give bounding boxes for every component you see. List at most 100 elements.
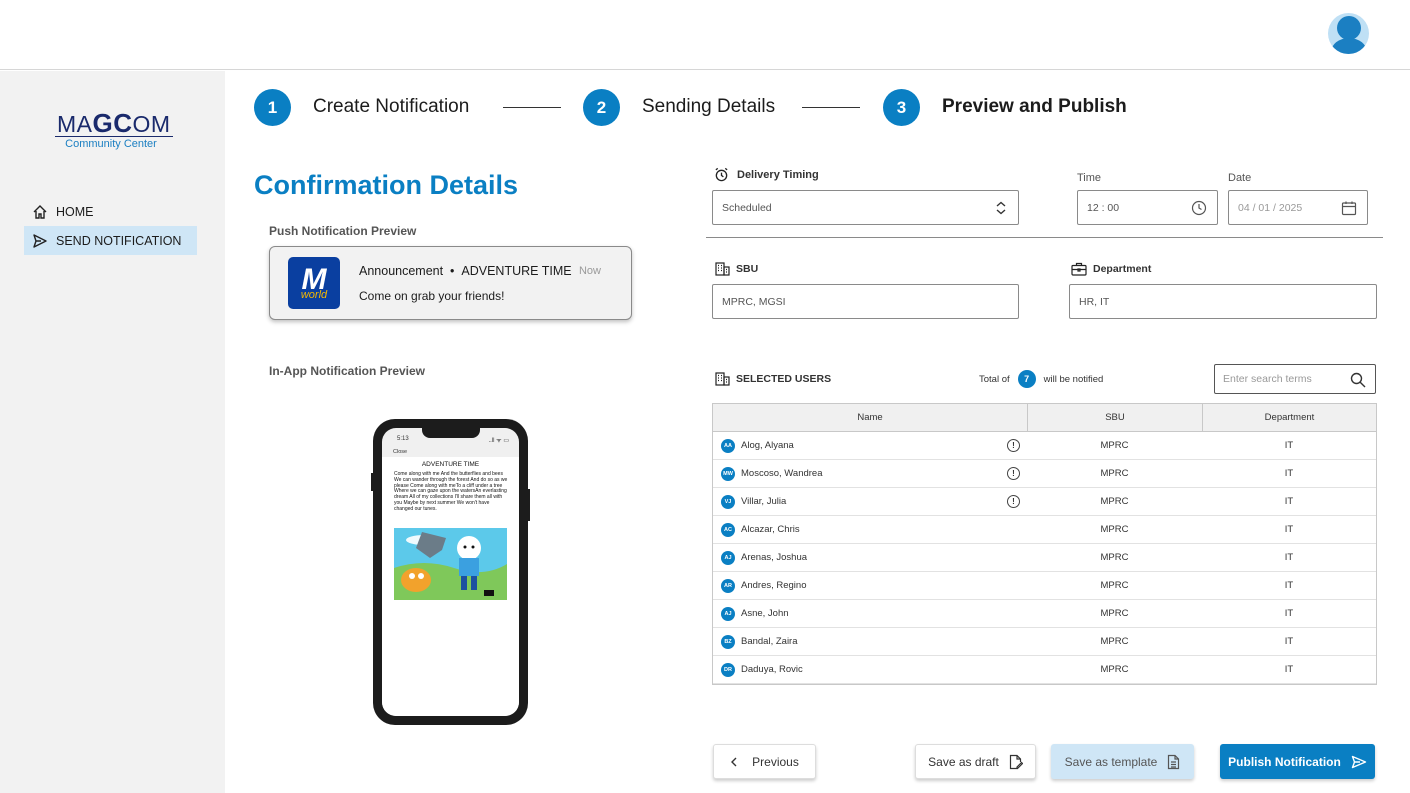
step-divider [503, 107, 561, 108]
building-icon [715, 372, 730, 386]
logo-brand: MAGCOM [55, 108, 173, 138]
table-row[interactable]: AC Alcazar, Chris MPRC IT [713, 516, 1376, 544]
user-name: Asne, John [741, 608, 789, 619]
table-row[interactable]: VJ Villar, Julia! MPRC IT [713, 488, 1376, 516]
user-name: Moscoso, Wandrea [741, 468, 823, 479]
step-1-label: Create Notification [313, 96, 470, 117]
save-draft-button[interactable]: Save as draft [915, 744, 1036, 779]
department-label: Department [1071, 262, 1151, 276]
step-2-label: Sending Details [642, 96, 776, 117]
inapp-title: ADVENTURE TIME [421, 461, 480, 468]
info-icon[interactable]: ! [1007, 495, 1020, 508]
search-icon[interactable] [1350, 372, 1366, 388]
send-icon [1351, 755, 1367, 769]
user-initials-avatar: AJ [721, 551, 735, 565]
phone-status-icons: ..ll ᯤ ▭ [488, 438, 509, 444]
user-avatar-icon[interactable] [1328, 13, 1369, 54]
column-header-department[interactable]: Department [1202, 404, 1376, 431]
table-row[interactable]: AR Andres, Regino MPRC IT [713, 572, 1376, 600]
table-row[interactable]: BZ Bandal, Zaira MPRC IT [713, 628, 1376, 656]
save-template-button[interactable]: Save as template [1051, 744, 1194, 779]
phone-mockup: 5:13 ..ll ᯤ ▭ Close ADVENTURE TIME Come … [371, 419, 530, 725]
step-3-label: Preview and Publish [942, 96, 1127, 117]
push-body: Come on grab your friends! [359, 289, 505, 303]
table-row[interactable]: AJ Asne, John MPRC IT [713, 600, 1376, 628]
user-sbu: MPRC [1100, 552, 1129, 563]
user-name: Andres, Regino [741, 580, 807, 591]
push-timestamp: Now [578, 265, 601, 277]
sbu-label: SBU [715, 262, 758, 276]
sidebar: MAGCOM Community Center HOME SEND NOTIFI… [0, 71, 225, 793]
send-icon [32, 233, 48, 249]
sidebar-item-send-notification[interactable]: SEND NOTIFICATION [24, 226, 197, 255]
column-header-sbu[interactable]: SBU [1027, 404, 1202, 431]
user-sbu: MPRC [1100, 580, 1129, 591]
user-sbu: MPRC [1100, 524, 1129, 535]
step-2-number: 2 [583, 89, 620, 126]
push-notification-preview: M world Announcement • ADVENTURE TIME No… [269, 246, 632, 320]
building-icon [715, 262, 730, 276]
user-sbu: MPRC [1100, 440, 1129, 451]
user-name: Bandal, Zaira [741, 636, 798, 647]
user-department: IT [1284, 468, 1294, 479]
user-sbu: MPRC [1100, 608, 1129, 619]
date-label: Date [1228, 172, 1252, 184]
publish-button[interactable]: Publish Notification [1220, 744, 1375, 779]
push-preview-label: Push Notification Preview [269, 224, 417, 238]
phone-status-time: 5:13 [397, 436, 409, 442]
date-field[interactable]: 04 / 01 / 2025 [1228, 190, 1368, 225]
info-icon[interactable]: ! [1007, 467, 1020, 480]
user-department: IT [1284, 636, 1294, 647]
table-row[interactable]: AJ Arenas, Joshua MPRC IT [713, 544, 1376, 572]
alarm-clock-icon [714, 167, 729, 182]
chevron-updown-icon [994, 200, 1008, 216]
user-department: IT [1284, 440, 1294, 451]
delivery-timing-select[interactable]: Scheduled [712, 190, 1019, 225]
logo-subtitle: Community Center [65, 138, 157, 150]
user-sbu: MPRC [1100, 468, 1129, 479]
user-sbu: MPRC [1100, 496, 1129, 507]
page-title: Confirmation Details [254, 170, 519, 200]
user-initials-avatar: AR [721, 579, 735, 593]
total-count-badge: 7 [1017, 370, 1036, 388]
column-header-name[interactable]: Name [713, 404, 1027, 431]
info-icon[interactable]: ! [1007, 439, 1020, 452]
user-department: IT [1284, 524, 1294, 535]
inapp-close-button[interactable]: Close [393, 449, 407, 455]
step-divider [802, 107, 860, 108]
user-initials-avatar: VJ [721, 495, 735, 509]
sbu-field[interactable]: MPRC, MGSI [712, 284, 1019, 319]
table-row[interactable]: DR Daduya, Rovic MPRC IT [713, 656, 1376, 684]
previous-button[interactable]: Previous [713, 744, 816, 779]
user-name: Daduya, Rovic [741, 664, 803, 675]
chevron-left-icon [730, 757, 738, 767]
time-label: Time [1077, 172, 1102, 184]
user-initials-avatar: MW [721, 467, 735, 481]
department-field[interactable]: HR, IT [1069, 284, 1377, 319]
user-sbu: MPRC [1100, 636, 1129, 647]
search-input[interactable] [1223, 373, 1343, 385]
sidebar-item-label: SEND NOTIFICATION [56, 233, 182, 248]
logo: MAGCOM Community Center [55, 110, 173, 150]
time-field[interactable]: 12 : 00 [1077, 190, 1218, 225]
top-bar [0, 0, 1410, 70]
step-3-number: 3 [883, 89, 920, 126]
table-row[interactable]: MW Moscoso, Wandrea! MPRC IT [713, 460, 1376, 488]
briefcase-icon [1071, 262, 1087, 276]
inapp-body: Come along with me And the butterflies a… [394, 471, 508, 512]
home-icon [32, 204, 48, 220]
table-row[interactable]: AA Alog, Alyana! MPRC IT [713, 432, 1376, 460]
user-initials-avatar: BZ [721, 635, 735, 649]
user-sbu: MPRC [1100, 664, 1129, 675]
user-department: IT [1284, 552, 1294, 563]
user-initials-avatar: AA [721, 439, 735, 453]
sidebar-item-home[interactable]: HOME [24, 197, 197, 226]
push-header: Announcement • ADVENTURE TIME [359, 264, 572, 278]
calendar-icon [1341, 200, 1357, 216]
section-divider [706, 237, 1383, 238]
user-name: Alog, Alyana [741, 440, 794, 451]
user-name: Alcazar, Chris [741, 524, 800, 535]
total-notified: Total of 7 will be notified [979, 370, 1103, 388]
search-box[interactable] [1214, 364, 1376, 394]
user-initials-avatar: AJ [721, 607, 735, 621]
